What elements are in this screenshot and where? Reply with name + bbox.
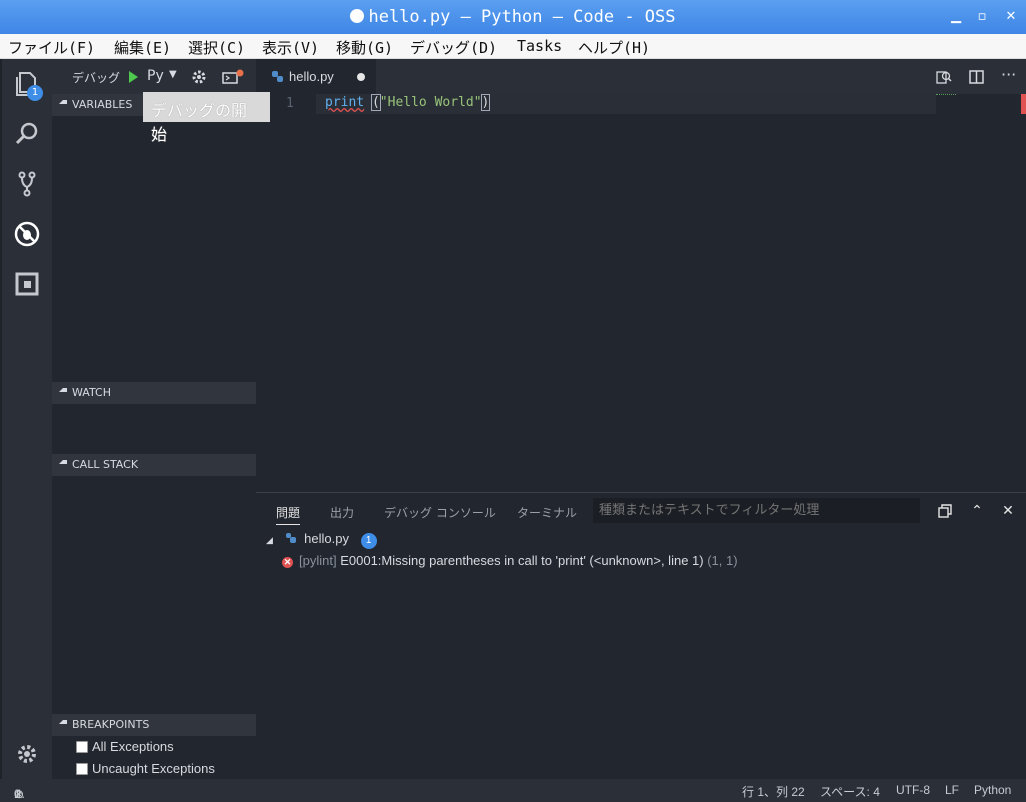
search-icon[interactable] xyxy=(12,119,42,149)
explorer-badge: 1 xyxy=(27,85,43,101)
python-file-icon xyxy=(285,533,296,543)
language-mode[interactable]: Python xyxy=(974,783,1011,797)
menu-debug[interactable]: デバッグ(D) xyxy=(410,37,497,58)
uncaught-exceptions-label: Uncaught Exceptions xyxy=(92,761,215,776)
collapse-all-icon[interactable] xyxy=(937,503,953,519)
tooltip: デバッグの開始 xyxy=(143,92,270,144)
vscode-window: hello.py — Python — Code - OSS ▁ ▫ ✕ ファイ… xyxy=(0,0,1026,802)
minimap-indicator xyxy=(936,94,956,96)
tab-label: hello.py xyxy=(289,69,334,84)
menu-go[interactable]: 移動(G) xyxy=(336,37,393,58)
code-line-1[interactable]: print ("Hello World") xyxy=(325,94,491,111)
start-debug-icon[interactable] xyxy=(127,70,139,84)
code-string: "Hello World" xyxy=(379,95,482,110)
unsaved-dot-icon[interactable] xyxy=(357,73,365,81)
tab-problems[interactable]: 問題 xyxy=(276,504,301,525)
window-title-text: hello.py — Python — Code - OSS xyxy=(368,7,676,27)
close-panel-icon[interactable]: ✕ xyxy=(1000,503,1016,519)
debug-console-icon[interactable] xyxy=(222,69,244,85)
section-variables-title: VARIABLES xyxy=(72,98,133,111)
expand-arrow-icon xyxy=(59,100,67,104)
cursor-position[interactable]: 行 1、列 22 xyxy=(742,783,805,800)
variables-panel xyxy=(52,116,256,382)
menu-view[interactable]: 表示(V) xyxy=(262,37,319,58)
source-control-icon[interactable] xyxy=(12,169,42,199)
all-exceptions-checkbox[interactable] xyxy=(76,741,88,753)
debug-config-select[interactable]: Py xyxy=(147,68,164,84)
menu-help[interactable]: ヘルプ(H) xyxy=(578,37,650,58)
menu-tasks[interactable]: Tasks xyxy=(517,37,562,55)
line-ending[interactable]: LF xyxy=(945,783,959,797)
problem-file-row[interactable]: ◢ hello.py 1 xyxy=(266,531,377,549)
minimize-button[interactable]: ▁ xyxy=(947,8,965,26)
tab-terminal[interactable]: ターミナル xyxy=(517,504,577,521)
expand-arrow-icon xyxy=(59,460,67,464)
problem-item[interactable]: ✕ [pylint] E0001:Missing parentheses in c… xyxy=(282,553,738,568)
error-icon: ✕ xyxy=(282,557,293,568)
tab-debug-console[interactable]: デバッグ コンソール xyxy=(384,504,496,521)
menu-file[interactable]: ファイル(F) xyxy=(8,37,95,58)
error-scroll-marker xyxy=(1021,94,1026,114)
menu-bar: ファイル(F) 編集(E) 選択(C) 表示(V) 移動(G) デバッグ(D) … xyxy=(0,34,1026,59)
problem-file-name: hello.py xyxy=(304,531,349,546)
expand-arrow-icon xyxy=(59,720,67,724)
maximize-button[interactable]: ▫ xyxy=(973,8,991,26)
explorer-icon[interactable]: 1 xyxy=(12,69,43,101)
chevron-down-icon[interactable]: ▼ xyxy=(169,69,177,80)
maximize-panel-icon[interactable]: ⌃ xyxy=(969,503,985,519)
problem-message: E0001:Missing parentheses in call to 'pr… xyxy=(340,553,704,568)
encoding[interactable]: UTF-8 xyxy=(896,783,930,797)
problem-source: [pylint] xyxy=(299,553,337,568)
code-open-paren: ( xyxy=(370,94,381,111)
python-file-icon xyxy=(272,71,283,82)
title-bar: hello.py — Python — Code - OSS ▁ ▫ ✕ xyxy=(0,0,1026,34)
debug-title: デバッグ xyxy=(72,71,121,85)
menu-selection[interactable]: 選択(C) xyxy=(188,37,245,58)
indentation[interactable]: スペース: 4 xyxy=(820,783,880,800)
menu-edit[interactable]: 編集(E) xyxy=(114,37,171,58)
split-editor-icon[interactable] xyxy=(969,69,985,85)
warning-count: 0 xyxy=(14,787,21,801)
all-exceptions-label: All Exceptions xyxy=(92,739,174,754)
expand-arrow-icon xyxy=(59,388,67,392)
code-editor[interactable]: 1 print ("Hello World") xyxy=(256,94,1026,492)
section-call-stack[interactable]: CALL STACK xyxy=(52,454,256,476)
code-keyword: print xyxy=(325,95,365,110)
debug-icon[interactable] xyxy=(12,219,42,249)
debug-toolbar: デバッグ Py ▼ xyxy=(52,59,256,94)
window-title: hello.py — Python — Code - OSS xyxy=(0,7,1026,27)
status-bar: ⊗ 1 ⚠ 0 行 1、列 22 スペース: 4 UTF-8 LF Python xyxy=(0,779,1026,802)
bottom-panel: 問題 出力 デバッグ コンソール ターミナル ⌃ ✕ ◢ hello.py 1 … xyxy=(256,492,1026,779)
section-watch[interactable]: WATCH xyxy=(52,382,256,404)
section-breakpoints-title: BREAKPOINTS xyxy=(72,718,150,731)
close-window-button[interactable]: ✕ xyxy=(1002,8,1020,26)
problems-filter-input[interactable] xyxy=(593,498,920,523)
section-call-stack-title: CALL STACK xyxy=(72,458,139,471)
modified-dot-icon xyxy=(350,9,365,23)
more-actions-icon[interactable]: ··· xyxy=(1001,65,1016,84)
activity-bar: 1 xyxy=(2,59,52,779)
line-number: 1 xyxy=(286,96,294,111)
code-close-paren: ) xyxy=(480,94,491,111)
section-watch-title: WATCH xyxy=(72,386,111,399)
section-breakpoints[interactable]: BREAKPOINTS xyxy=(52,714,256,736)
problem-position: (1, 1) xyxy=(707,553,738,568)
debug-sidebar: デバッグ Py ▼ VARIABLES WATCH CALL STACK BRE… xyxy=(52,59,256,779)
settings-gear-icon[interactable] xyxy=(12,739,42,769)
gear-icon[interactable] xyxy=(191,69,207,85)
uncaught-exceptions-checkbox[interactable] xyxy=(76,763,88,775)
tab-output[interactable]: 出力 xyxy=(330,504,354,521)
extensions-icon[interactable] xyxy=(12,269,42,299)
watch-panel xyxy=(52,404,256,454)
open-changes-icon[interactable] xyxy=(936,69,952,85)
tab-hello-py[interactable]: hello.py xyxy=(256,59,376,94)
problem-count-badge: 1 xyxy=(360,533,377,549)
expand-arrow-icon: ◢ xyxy=(266,535,273,545)
editor-tab-bar: hello.py ··· xyxy=(256,59,1026,94)
call-stack-panel xyxy=(52,476,256,714)
